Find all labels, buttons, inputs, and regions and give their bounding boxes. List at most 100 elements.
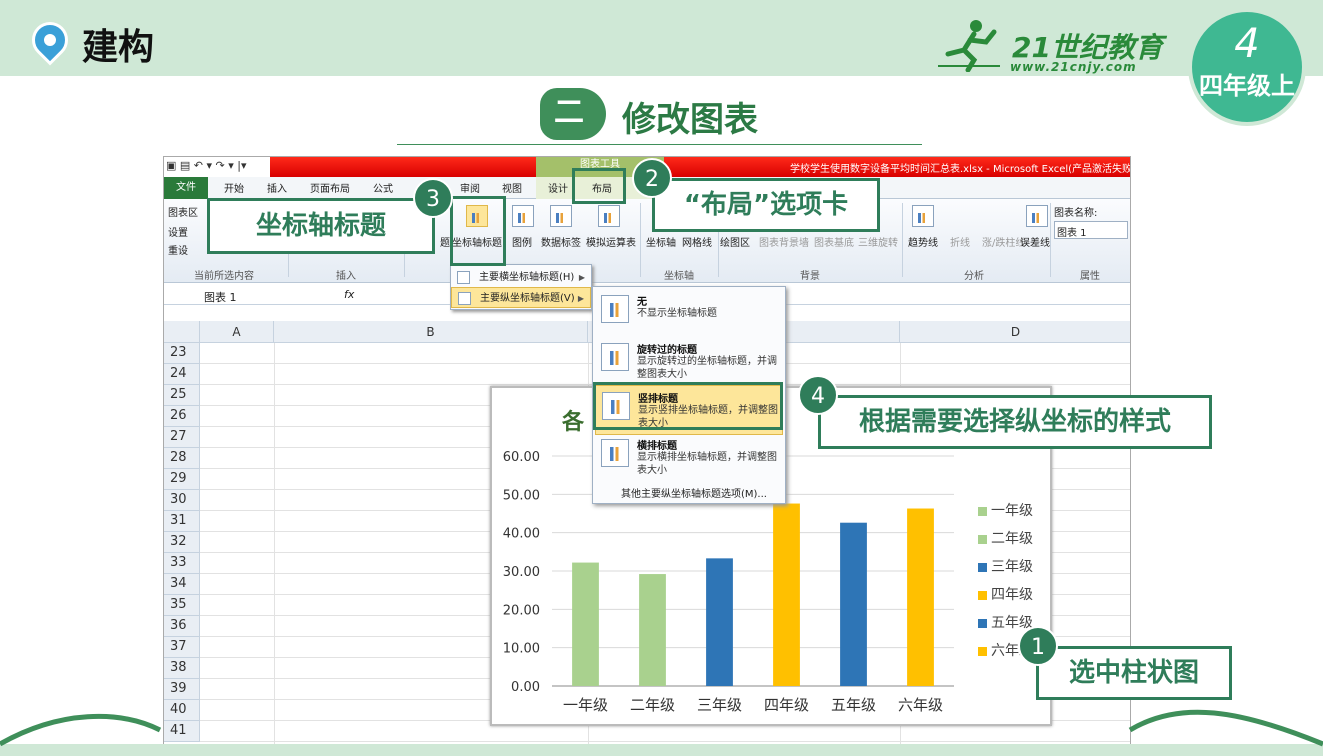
x-tick-label: 三年级	[697, 696, 742, 714]
row-header[interactable]: 34	[164, 574, 200, 595]
x-tick-label: 六年级	[898, 696, 943, 714]
bar-6[interactable]	[907, 508, 934, 686]
rotated-title-icon	[601, 343, 629, 371]
column-line	[274, 343, 275, 745]
plot-area-button[interactable]: 绘图区	[720, 234, 750, 249]
data-labels-button[interactable]: 数据标签	[541, 234, 581, 249]
column-header-a[interactable]: A	[200, 321, 274, 343]
quick-access-toolbar[interactable]: ▣ ▤ ↶ ▾ ↷ ▾ |▾	[166, 159, 246, 172]
row-header[interactable]: 26	[164, 406, 200, 427]
error-bars-button[interactable]: 误差线	[1020, 234, 1050, 249]
runner-logo-icon	[938, 20, 1000, 72]
row-header[interactable]: 37	[164, 637, 200, 658]
tab-view[interactable]: 视图	[502, 180, 522, 195]
bar-3[interactable]	[706, 558, 733, 686]
row-header[interactable]: 36	[164, 616, 200, 637]
row-header[interactable]: 33	[164, 553, 200, 574]
option-horizontal-title[interactable]: 横排标题 显示横排坐标轴标题，并调整图表大小	[595, 433, 783, 483]
row-header[interactable]: 35	[164, 595, 200, 616]
vertical-title-option-highlight	[593, 382, 783, 430]
row-header[interactable]: 25	[164, 385, 200, 406]
callout-select-bar-chart: 选中柱状图	[1036, 646, 1232, 700]
reset-style-button[interactable]: 重设	[168, 242, 188, 257]
column-header-b[interactable]: B	[274, 321, 588, 343]
grade-badge: 4 四年级上	[1188, 8, 1306, 126]
row-header[interactable]: 32	[164, 532, 200, 553]
vertical-axis-icon	[458, 292, 471, 305]
step-badge-4: 4	[798, 375, 838, 415]
horizontal-title-icon	[601, 439, 629, 467]
background-group-label: 背景	[800, 271, 820, 282]
legend-icon[interactable]	[512, 205, 534, 227]
legend-item[interactable]: 三年级	[978, 556, 1033, 584]
tab-review[interactable]: 审阅	[460, 180, 480, 195]
data-table-button[interactable]: 模拟运算表	[586, 234, 636, 249]
bar-5[interactable]	[840, 522, 867, 686]
row-header[interactable]: 31	[164, 511, 200, 532]
row-header[interactable]: 24	[164, 364, 200, 385]
row-header[interactable]: 27	[164, 427, 200, 448]
y-tick-label: 60.00	[503, 450, 540, 465]
y-tick-label: 40.00	[503, 527, 540, 542]
bar-1[interactable]	[572, 562, 599, 686]
grade-label: 四年级上	[1199, 71, 1295, 100]
row-header[interactable]: 39	[164, 679, 200, 700]
tab-design[interactable]: 设计	[548, 180, 568, 195]
row-header[interactable]: 38	[164, 658, 200, 679]
submenu-arrow-icon: ▶	[577, 294, 584, 303]
data-table-icon[interactable]	[598, 205, 620, 227]
option-title: 无	[637, 297, 647, 308]
select-all-corner[interactable]	[164, 321, 200, 343]
data-labels-icon[interactable]	[550, 205, 572, 227]
tab-insert[interactable]: 插入	[267, 180, 287, 195]
row-header[interactable]: 23	[164, 343, 200, 364]
file-title: 学校学生使用数字设备平均时间汇总表.xlsx - Microsoft Excel…	[790, 164, 1131, 175]
chart-name-label: 图表名称:	[1054, 208, 1098, 219]
option-title: 旋转过的标题	[637, 345, 697, 356]
format-selection-button[interactable]: 设置	[168, 224, 188, 239]
legend-label: 四年级	[991, 587, 1033, 603]
legend-button[interactable]: 图例	[512, 234, 532, 249]
ribbon-separator	[1050, 203, 1051, 277]
tab-formulas[interactable]: 公式	[373, 180, 393, 195]
name-box[interactable]: 图表 1	[204, 289, 237, 305]
fx-icon[interactable]: fx	[344, 288, 354, 301]
tab-page-layout[interactable]: 页面布局	[310, 180, 350, 195]
x-tick-label: 二年级	[630, 696, 675, 714]
error-bars-icon[interactable]	[1026, 205, 1048, 227]
menu-item-primary-horizontal-axis-title[interactable]: 主要横坐标轴标题(H) ▶	[451, 267, 591, 288]
menu-item-label: 主要横坐标轴标题(H)	[479, 272, 575, 283]
option-desc: 显示横排坐标轴标题，并调整图表大小	[637, 452, 777, 476]
more-vertical-axis-title-options[interactable]: 其他主要纵坐标轴标题选项(M)...	[621, 485, 767, 500]
gridlines-button[interactable]: 网格线	[682, 234, 712, 249]
column-header-d[interactable]: D	[900, 321, 1130, 343]
legend-item[interactable]: 二年级	[978, 528, 1033, 556]
tab-file[interactable]: 文件	[164, 177, 208, 199]
row-header[interactable]: 30	[164, 490, 200, 511]
bar-4[interactable]	[773, 503, 800, 686]
chart-name-input[interactable]: 图表 1	[1054, 221, 1128, 239]
legend-swatch	[978, 534, 987, 544]
option-none[interactable]: 无 不显示坐标轴标题	[595, 289, 783, 339]
x-tick-label: 五年级	[831, 696, 876, 714]
chart-area-select[interactable]: 图表区	[168, 204, 198, 219]
axis-title-menu: 主要横坐标轴标题(H) ▶ 主要纵坐标轴标题(V) ▶	[450, 264, 592, 310]
row-header[interactable]: 41	[164, 721, 200, 742]
trendline-button[interactable]: 趋势线	[908, 234, 938, 249]
row-line	[200, 741, 1130, 742]
option-rotated-title[interactable]: 旋转过的标题 显示旋转过的坐标轴标题，并调整图表大小	[595, 337, 783, 387]
bar-2[interactable]	[639, 574, 666, 686]
trendline-icon[interactable]	[912, 205, 934, 227]
row-header[interactable]: 28	[164, 448, 200, 469]
legend-item[interactable]: 四年级	[978, 584, 1033, 612]
row-header[interactable]: 29	[164, 469, 200, 490]
tab-home[interactable]: 开始	[224, 180, 244, 195]
menu-item-label: 主要纵坐标轴标题(V)	[480, 293, 575, 304]
axes-button[interactable]: 坐标轴	[646, 234, 676, 249]
title-button-partial[interactable]: 题	[440, 234, 450, 249]
legend-item[interactable]: 一年级	[978, 500, 1033, 528]
horizontal-axis-icon	[457, 271, 470, 284]
row-header[interactable]: 40	[164, 700, 200, 721]
menu-item-primary-vertical-axis-title[interactable]: 主要纵坐标轴标题(V) ▶	[451, 287, 591, 308]
step-badge-3: 3	[413, 178, 453, 218]
